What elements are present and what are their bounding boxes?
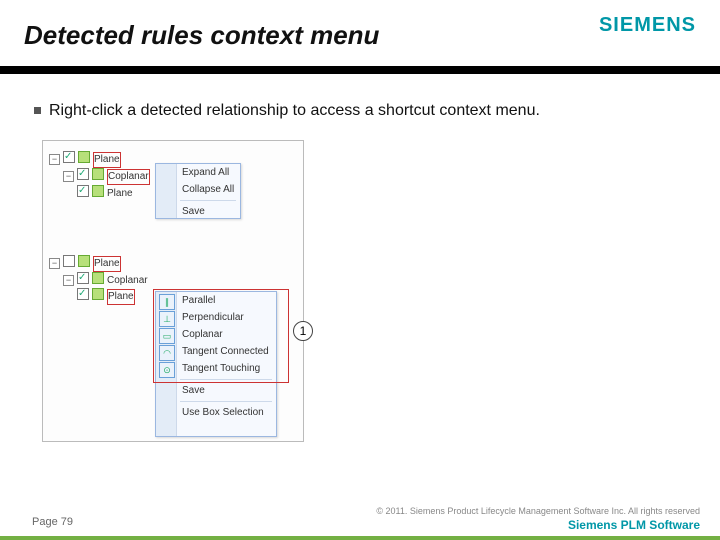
coplanar-icon (92, 272, 104, 284)
plane-icon (78, 255, 90, 267)
tree-node[interactable]: − Coplanar (49, 272, 150, 288)
tree-node[interactable]: − Plane (49, 151, 150, 168)
bullet-line: Right-click a detected relationship to a… (34, 102, 540, 120)
menu-separator (180, 401, 272, 402)
menu-label: Parallel (182, 295, 215, 306)
bullet-text: Right-click a detected relationship to a… (49, 102, 540, 119)
tree-node[interactable]: Plane (49, 185, 150, 201)
menu-item-tangent-touching[interactable]: ⊙ Tangent Touching (156, 360, 276, 377)
menu-item-collapse-all[interactable]: Collapse All (156, 181, 240, 198)
footer: © 2011. Siemens Product Lifecycle Manage… (0, 496, 720, 540)
plane-icon (92, 288, 104, 300)
tree-label: Coplanar (107, 274, 148, 288)
tree-label: Coplanar (107, 169, 150, 185)
menu-item-coplanar[interactable]: ▭ Coplanar (156, 326, 276, 343)
brand-text: Siemens PLM Software (568, 518, 700, 532)
tree-node[interactable]: Plane (49, 288, 150, 305)
checkbox-icon[interactable] (63, 151, 75, 163)
context-menu-relations: ∥ Parallel ⊥ Perpendicular ▭ Coplanar ◠ Tang… (155, 291, 277, 437)
tangent-touching-icon: ⊙ (159, 362, 175, 378)
tree-node[interactable]: − Plane (49, 255, 150, 272)
minus-icon[interactable]: − (63, 275, 74, 286)
plane-icon (92, 185, 104, 197)
menu-item-use-box-selection[interactable]: Use Box Selection (156, 404, 276, 421)
header-rule (0, 66, 720, 74)
menu-item-expand-all[interactable]: Expand All (156, 164, 240, 181)
screenshot-panel: −Plane −Coplanar Plane −Plane −Coplanar … (42, 140, 304, 442)
siemens-logo: SIEMENS (599, 14, 696, 37)
menu-item-perpendicular[interactable]: ⊥ Perpendicular (156, 309, 276, 326)
plane-icon (78, 151, 90, 163)
menu-separator (180, 379, 272, 380)
checkbox-icon[interactable] (77, 288, 89, 300)
minus-icon[interactable]: − (49, 154, 60, 165)
tree-label: Plane (107, 289, 135, 305)
tree-label: Plane (93, 256, 121, 272)
bullet-marker (34, 107, 41, 114)
context-menu-short: Expand All Collapse All Save (155, 163, 241, 219)
tree-node[interactable]: − Coplanar (49, 168, 150, 185)
menu-separator (180, 200, 236, 201)
footer-accent-bar (0, 536, 720, 540)
tangent-connected-icon: ◠ (159, 345, 175, 361)
page-number: Page 79 (32, 516, 73, 528)
minus-icon[interactable]: − (63, 171, 74, 182)
minus-icon[interactable]: − (49, 258, 60, 269)
menu-item-parallel[interactable]: ∥ Parallel (156, 292, 276, 309)
coplanar-icon (92, 168, 104, 180)
header: Detected rules context menu SIEMENS (0, 20, 720, 51)
menu-label: Perpendicular (182, 312, 244, 323)
coplanar-icon: ▭ (159, 328, 175, 344)
menu-label: Tangent Connected (182, 346, 269, 357)
menu-label: Coplanar (182, 329, 223, 340)
checkbox-icon[interactable] (63, 255, 75, 267)
checkbox-icon[interactable] (77, 272, 89, 284)
menu-label: Tangent Touching (182, 363, 260, 374)
menu-item-tangent-connected[interactable]: ◠ Tangent Connected (156, 343, 276, 360)
checkbox-icon[interactable] (77, 168, 89, 180)
tree-view: −Plane −Coplanar Plane −Plane −Coplanar … (49, 151, 150, 305)
menu-item-save[interactable]: Save (156, 203, 240, 220)
tree-label: Plane (93, 152, 121, 168)
checkbox-icon[interactable] (77, 185, 89, 197)
parallel-icon: ∥ (159, 294, 175, 310)
slide: Detected rules context menu SIEMENS Righ… (0, 0, 720, 540)
copyright-text: © 2011. Siemens Product Lifecycle Manage… (376, 506, 700, 516)
tree-label: Plane (107, 187, 133, 201)
perpendicular-icon: ⊥ (159, 311, 175, 327)
menu-item-save[interactable]: Save (156, 382, 276, 399)
callout-1: 1 (293, 321, 313, 341)
